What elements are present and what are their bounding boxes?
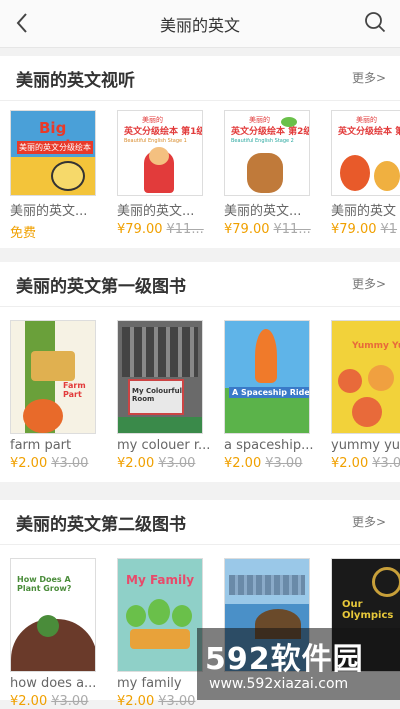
price: ¥79.00: [224, 222, 270, 237]
book-name: my family: [117, 676, 182, 691]
book-cover: My Family: [117, 558, 203, 672]
original-price: ¥3.00: [158, 456, 196, 471]
section-title: 美丽的英文第一级图书: [16, 277, 186, 297]
book-card[interactable]: 美丽的 英文分级绘本 第3级 美丽的英文 ¥79.00¥1: [331, 110, 400, 237]
price: 免费: [10, 226, 37, 241]
watermark-url: www.592xiazai.com: [209, 676, 349, 692]
watermark: 592软件园 www.592xiazai.com: [197, 628, 400, 700]
search-icon[interactable]: [364, 11, 386, 33]
book-cover: My Colourful Room: [117, 320, 203, 434]
book-card[interactable]: A Spaceship Ride a spaceship... ¥2.00 ¥3.…: [224, 320, 324, 471]
book-cover: Big and 美丽的英文分级绘本: [10, 110, 96, 196]
book-name: 美丽的英文...: [10, 204, 88, 219]
book-cover: A Spaceship Ride: [224, 320, 310, 434]
watermark-title: 592软件园: [205, 642, 364, 677]
original-price: ¥3.00: [158, 694, 196, 709]
more-link[interactable]: 更多>: [352, 513, 386, 530]
page-title: 美丽的英文: [159, 16, 240, 35]
book-cover: 美丽的 英文分级绘本 第2级 Beautiful English Stage 2: [224, 110, 310, 196]
original-price: ¥3.00: [372, 456, 400, 471]
book-card[interactable]: 美丽的 英文分级绘本 第2级 Beautiful English Stage 2…: [224, 110, 324, 237]
section-audio-video: 美丽的英文视听 更多> Big and 美丽的英文分级绘本 美丽的英文... 免…: [0, 56, 400, 248]
book-cover: Farm Part: [10, 320, 96, 434]
original-price: ¥11...: [273, 222, 311, 237]
book-cover: Yummy Yummy: [331, 320, 400, 434]
price: ¥2.00: [10, 694, 48, 709]
price: ¥2.00: [117, 694, 155, 709]
section-title: 美丽的英文视听: [16, 71, 135, 91]
book-name: 美丽的英文...: [117, 204, 195, 219]
book-card[interactable]: How Does A Plant Grow? how does a... ¥2.…: [10, 558, 110, 709]
price: ¥79.00: [331, 222, 377, 237]
book-name: my colouer r...: [117, 438, 209, 453]
book-card[interactable]: Yummy Yummy yummy yum ¥2.00¥3.00: [331, 320, 400, 471]
original-price: ¥3.00: [265, 456, 303, 471]
section-level-1-books: 美丽的英文第一级图书 更多> Farm Part farm part ¥2.00…: [0, 262, 400, 482]
more-link[interactable]: 更多>: [352, 69, 386, 86]
original-price: ¥11...: [166, 222, 204, 237]
book-card[interactable]: Farm Part farm part ¥2.00 ¥3.00: [10, 320, 110, 471]
price: ¥2.00: [224, 456, 262, 471]
book-cover: 美丽的 英文分级绘本 第3级: [331, 110, 400, 196]
price: ¥2.00: [117, 456, 155, 471]
book-name: 美丽的英文...: [224, 204, 302, 219]
price: ¥2.00: [10, 456, 48, 471]
section-title: 美丽的英文第二级图书: [16, 515, 186, 535]
original-price: ¥3.00: [51, 456, 89, 471]
book-name: 美丽的英文: [331, 204, 397, 219]
book-name: a spaceship...: [224, 438, 314, 453]
book-card[interactable]: 美丽的 英文分级绘本 第1级 Beautiful English Stage 1…: [117, 110, 217, 237]
book-card[interactable]: My Colourful Room my colouer r... ¥2.00 ¥…: [117, 320, 217, 471]
original-price: ¥1: [380, 222, 398, 237]
original-price: ¥3.00: [51, 694, 89, 709]
price: ¥79.00: [117, 222, 163, 237]
book-name: farm part: [10, 438, 72, 453]
price: ¥2.00: [331, 456, 369, 471]
more-link[interactable]: 更多>: [352, 275, 386, 292]
book-card[interactable]: Big and 美丽的英文分级绘本 美丽的英文... 免费: [10, 110, 110, 241]
book-name: yummy yum: [331, 438, 400, 453]
book-name: how does a...: [10, 676, 97, 691]
top-bar: 美丽的英文: [0, 0, 400, 48]
book-cover: How Does A Plant Grow?: [10, 558, 96, 672]
book-cover: 美丽的 英文分级绘本 第1级 Beautiful English Stage 1: [117, 110, 203, 196]
